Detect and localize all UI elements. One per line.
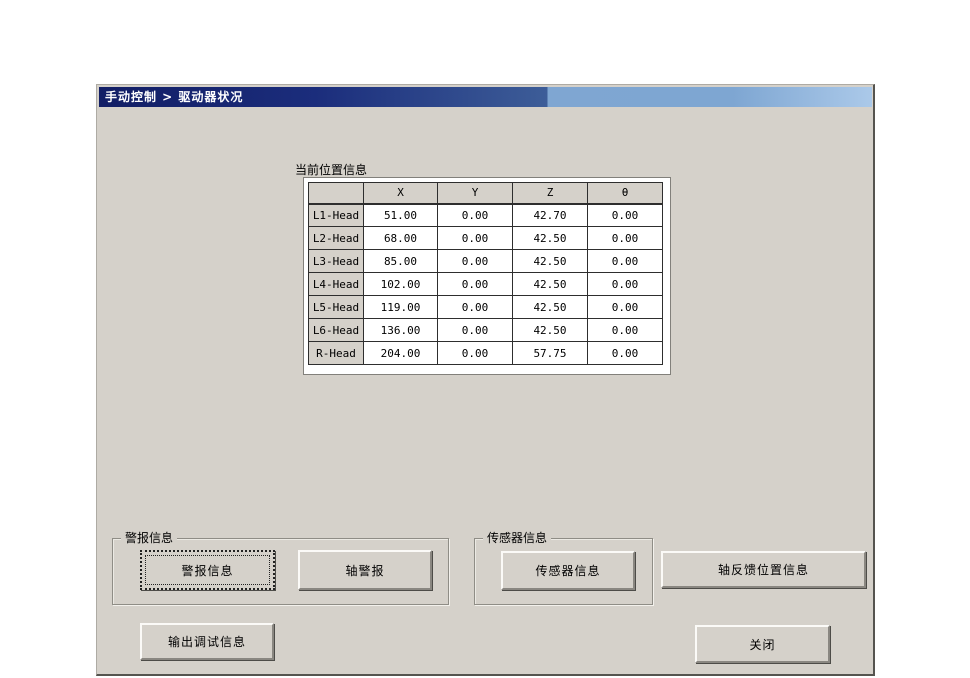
column-header-theta: θ bbox=[587, 182, 663, 205]
cell-x: 68.00 bbox=[363, 226, 438, 250]
row-header: L3-Head bbox=[308, 249, 364, 273]
cell-y: 0.00 bbox=[437, 226, 513, 250]
cell-z: 42.70 bbox=[512, 203, 588, 227]
sensor-info-group: 传感器信息 传感器信息 bbox=[474, 531, 653, 605]
cell-y: 0.00 bbox=[437, 203, 513, 227]
table-row: L5-Head 119.00 0.00 42.50 0.00 bbox=[308, 295, 663, 319]
cell-x: 85.00 bbox=[363, 249, 438, 273]
row-header: L5-Head bbox=[308, 295, 364, 319]
alarm-info-group: 警报信息 警报信息 轴警报 bbox=[112, 531, 449, 605]
position-table-label: 当前位置信息 bbox=[295, 163, 368, 177]
cell-y: 0.00 bbox=[437, 249, 513, 273]
breadcrumb-title: 手动控制 > 驱动器状况 bbox=[105, 90, 244, 104]
cell-y: 0.00 bbox=[437, 272, 513, 296]
cell-z: 42.50 bbox=[512, 295, 588, 319]
position-table: X Y Z θ L1-Head 51.00 0.00 42.70 0.00 L2… bbox=[308, 182, 663, 365]
position-table-container: X Y Z θ L1-Head 51.00 0.00 42.70 0.00 L2… bbox=[303, 177, 671, 375]
cell-z: 42.50 bbox=[512, 318, 588, 342]
cell-x: 136.00 bbox=[363, 318, 438, 342]
cell-theta: 0.00 bbox=[587, 249, 663, 273]
cell-z: 42.50 bbox=[512, 226, 588, 250]
column-header-z: Z bbox=[512, 182, 588, 205]
table-row: L6-Head 136.00 0.00 42.50 0.00 bbox=[308, 318, 663, 342]
cell-x: 119.00 bbox=[363, 295, 438, 319]
alarm-group-label: 警报信息 bbox=[121, 531, 178, 545]
cell-x: 51.00 bbox=[363, 203, 438, 227]
alarm-info-button[interactable]: 警报信息 bbox=[140, 550, 275, 590]
cell-theta: 0.00 bbox=[587, 226, 663, 250]
cell-z: 42.50 bbox=[512, 272, 588, 296]
row-header: L6-Head bbox=[308, 318, 364, 342]
driver-status-window: 手动控制 > 驱动器状况 当前位置信息 X Y Z θ L1-Head 51.0… bbox=[96, 84, 875, 676]
cell-z: 57.75 bbox=[512, 341, 588, 365]
close-button[interactable]: 关闭 bbox=[695, 625, 830, 663]
corner-cell bbox=[308, 182, 364, 205]
cell-theta: 0.00 bbox=[587, 341, 663, 365]
table-row: L1-Head 51.00 0.00 42.70 0.00 bbox=[308, 203, 663, 227]
cell-theta: 0.00 bbox=[587, 203, 663, 227]
cell-y: 0.00 bbox=[437, 318, 513, 342]
cell-theta: 0.00 bbox=[587, 272, 663, 296]
window-titlebar: 手动控制 > 驱动器状况 bbox=[99, 87, 872, 107]
cell-x: 204.00 bbox=[363, 341, 438, 365]
table-row: L4-Head 102.00 0.00 42.50 0.00 bbox=[308, 272, 663, 296]
cell-y: 0.00 bbox=[437, 341, 513, 365]
sensor-group-label: 传感器信息 bbox=[483, 531, 552, 545]
row-header: R-Head bbox=[308, 341, 364, 365]
table-row: L2-Head 68.00 0.00 42.50 0.00 bbox=[308, 226, 663, 250]
axis-feedback-position-button[interactable]: 轴反馈位置信息 bbox=[661, 551, 866, 588]
axis-alarm-button[interactable]: 轴警报 bbox=[298, 550, 432, 590]
sensor-info-button[interactable]: 传感器信息 bbox=[501, 551, 635, 590]
cell-z: 42.50 bbox=[512, 249, 588, 273]
row-header: L1-Head bbox=[308, 203, 364, 227]
cell-y: 0.00 bbox=[437, 295, 513, 319]
column-header-y: Y bbox=[437, 182, 513, 205]
row-header: L4-Head bbox=[308, 272, 364, 296]
row-header: L2-Head bbox=[308, 226, 364, 250]
output-debug-button[interactable]: 输出调试信息 bbox=[140, 623, 274, 660]
cell-theta: 0.00 bbox=[587, 318, 663, 342]
header-row: X Y Z θ bbox=[308, 182, 663, 205]
cell-x: 102.00 bbox=[363, 272, 438, 296]
cell-theta: 0.00 bbox=[587, 295, 663, 319]
table-row: L3-Head 85.00 0.00 42.50 0.00 bbox=[308, 249, 663, 273]
column-header-x: X bbox=[363, 182, 438, 205]
table-row: R-Head 204.00 0.00 57.75 0.00 bbox=[308, 341, 663, 365]
